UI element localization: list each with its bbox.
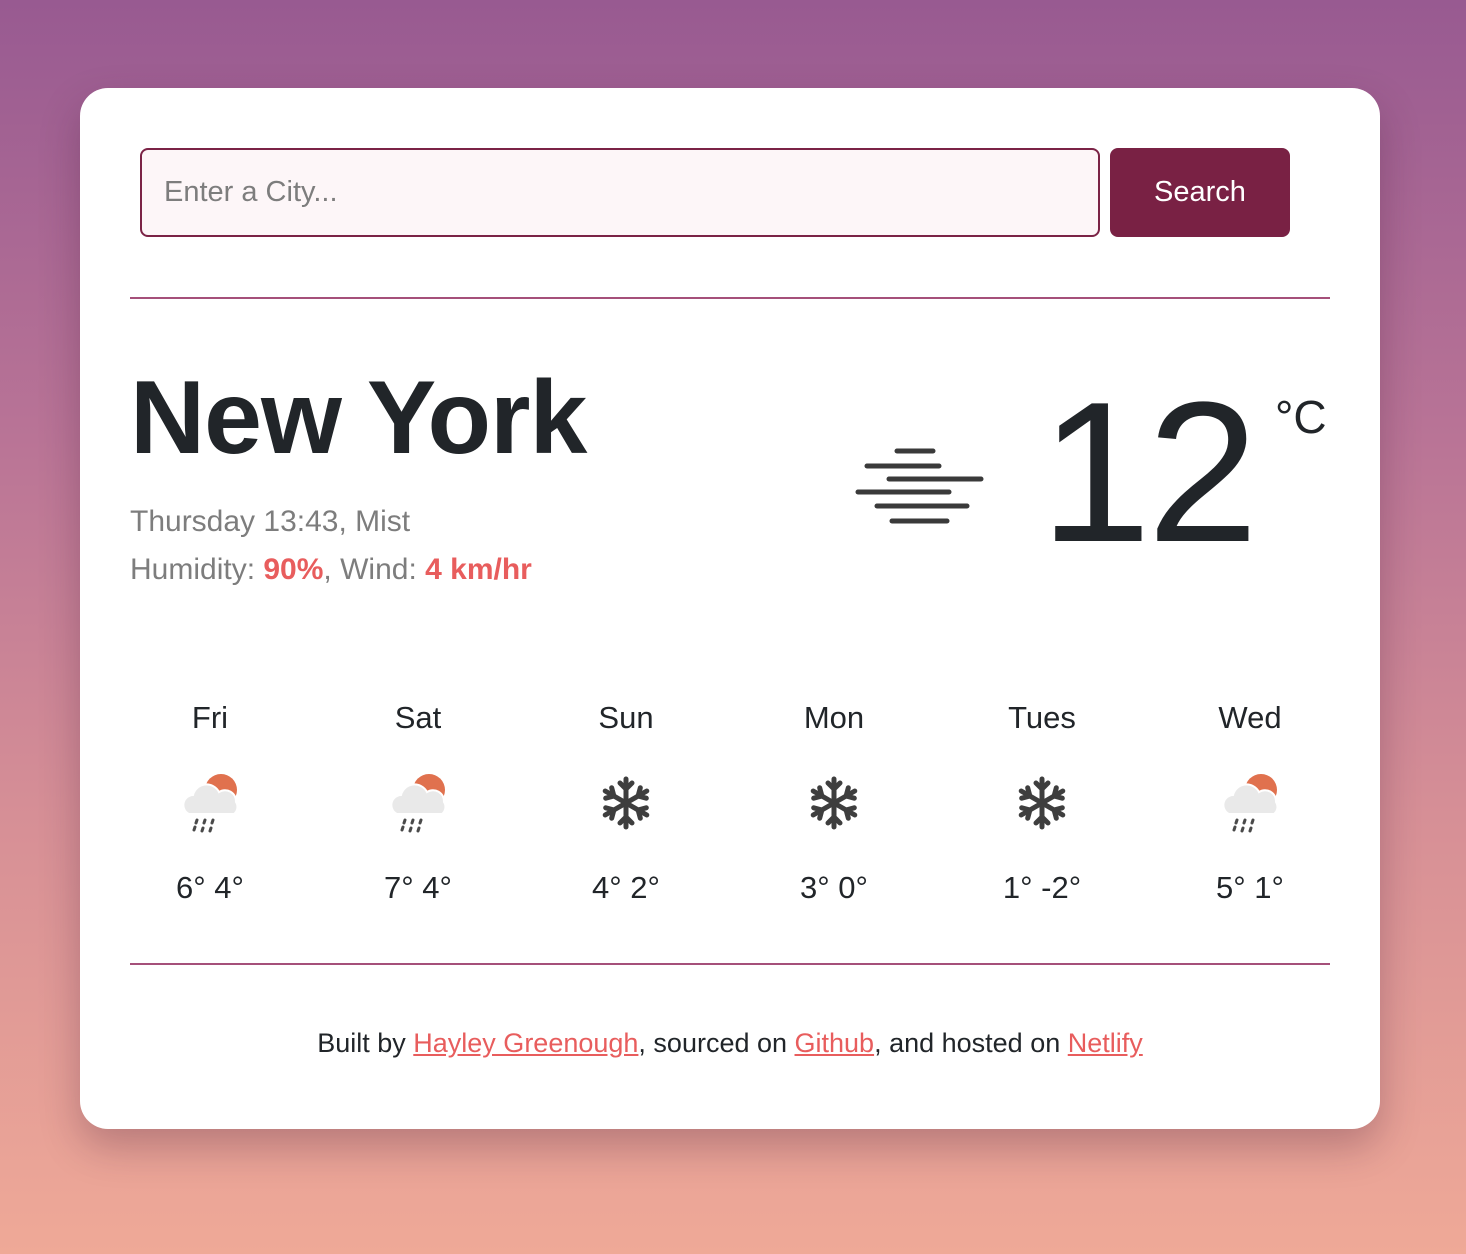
forecast-day-name: Mon (803, 700, 865, 735)
sun-cloud-rain-icon (175, 770, 245, 836)
forecast-temps: 7° 4° (384, 870, 452, 905)
city-search-input[interactable] (140, 148, 1100, 237)
snowflake-icon (591, 770, 661, 836)
forecast-temps: 1° -2° (1002, 870, 1082, 905)
bottom-divider (130, 963, 1330, 965)
snowflake-icon (1007, 770, 1077, 836)
search-form: Search (140, 148, 1290, 237)
author-link[interactable]: Hayley Greenough (413, 1028, 638, 1058)
mist-icon (855, 448, 984, 524)
temperature-unit: °C (1275, 391, 1327, 443)
footer: Built by Hayley Greenough, sourced on Gi… (80, 1028, 1380, 1059)
footer-middle-text: , sourced on (638, 1028, 795, 1058)
forecast-day-name: Wed (1218, 700, 1282, 735)
forecast-day-name: Fri (191, 700, 229, 735)
sun-cloud-rain-icon (383, 770, 453, 836)
humidity-label: Humidity: (130, 553, 256, 586)
wind-value: 4 km/hr (425, 553, 532, 586)
wind-label: Wind: (340, 553, 417, 586)
city-name: New York (130, 360, 587, 476)
forecast-day: Fri 6° 4° (130, 700, 290, 910)
forecast-day: Sat 7° 4° (338, 700, 498, 910)
footer-middle-text: , and hosted on (874, 1028, 1068, 1058)
weather-card: Search New York Thursday 13:43, Mist Hum… (80, 88, 1380, 1129)
forecast-temps: 5° 1° (1216, 870, 1284, 905)
forecast-day: Sun 4° 2° (546, 700, 706, 910)
search-button[interactable]: Search (1110, 148, 1290, 237)
humidity-value: 90% (263, 553, 324, 586)
day-time: Thursday 13:43 (130, 505, 339, 538)
forecast-day-name: Tues (1008, 700, 1076, 735)
forecast-day: Wed 5° 1° (1170, 700, 1330, 910)
date-description: Thursday 13:43, Mist (130, 505, 411, 538)
forecast-day: Mon 3° 0° (754, 700, 914, 910)
netlify-link[interactable]: Netlify (1068, 1028, 1143, 1058)
forecast: Fri 6° 4° Sat 7° 4° Sun 4° 2° Mon 3° 0° … (130, 700, 1330, 910)
forecast-day-name: Sun (598, 700, 654, 735)
forecast-day: Tues 1° -2° (962, 700, 1122, 910)
snowflake-icon (799, 770, 869, 836)
forecast-temps: 4° 2° (592, 870, 660, 905)
forecast-day-name: Sat (394, 700, 442, 735)
github-link[interactable]: Github (795, 1028, 875, 1058)
forecast-temps: 6° 4° (176, 870, 244, 905)
top-divider (130, 297, 1330, 299)
footer-prefix: Built by (317, 1028, 414, 1058)
sun-cloud-rain-icon (1215, 770, 1285, 836)
humidity-wind: Humidity: 90%, Wind: 4 km/hr (130, 553, 532, 586)
current-temperature: 12 (1040, 361, 1258, 584)
weather-description: Mist (355, 505, 411, 538)
forecast-temps: 3° 0° (800, 870, 868, 905)
